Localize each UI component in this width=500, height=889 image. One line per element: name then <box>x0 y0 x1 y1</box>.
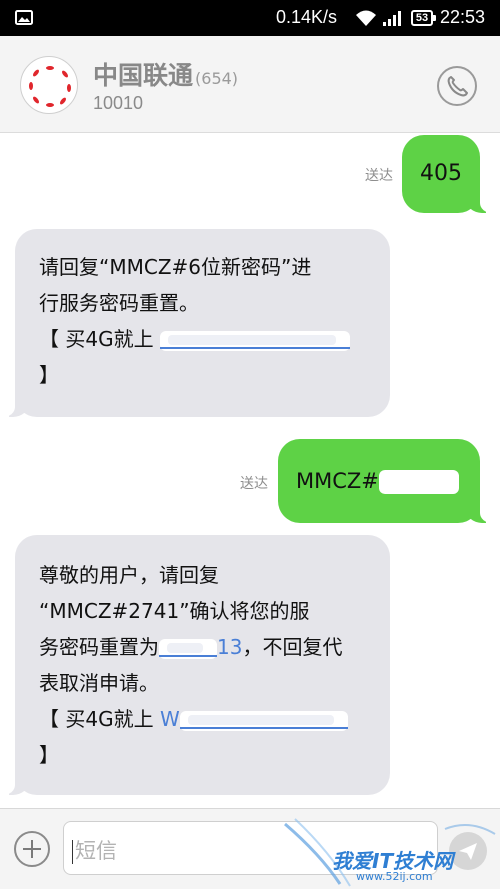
battery-icon: 53 <box>411 10 436 26</box>
network-speed: 0.14K/s <box>276 7 338 27</box>
redacted-link[interactable] <box>159 330 350 351</box>
photo-icon <box>15 10 33 25</box>
message-line-text: 【 买4G就上 <box>39 707 154 731</box>
delivery-status: 送达 <box>240 476 268 492</box>
redacted-text <box>378 470 459 494</box>
avatar[interactable] <box>20 56 78 114</box>
outgoing-message[interactable]: MMCZ# <box>278 439 494 523</box>
message-line: 【 买4G就上 <box>39 321 390 357</box>
message-line: 】 <box>39 743 59 767</box>
message-line-text: 务密码重置为 <box>39 635 159 659</box>
message-line-text: ，不回复代 <box>242 635 343 659</box>
message-count: (654) <box>195 69 239 88</box>
message-line: “MMCZ#2741”确认将您的服 <box>39 599 310 623</box>
message-line: 请回复“MMCZ#6位新密码”进 <box>39 255 312 279</box>
incoming-message[interactable]: 请回复“MMCZ#6位新密码”进 行服务密码重置。 【 买4G就上 】 <box>1 229 390 417</box>
message-line: 行服务密码重置。 <box>39 291 199 315</box>
incoming-message[interactable]: 尊敬的用户，请回复 “MMCZ#2741”确认将您的服 务密码重置为 13，不回复… <box>1 535 390 795</box>
contact-name: 中国联通 (654) <box>93 56 238 92</box>
add-attachment-button[interactable] <box>14 831 50 867</box>
message-line: 】 <box>39 363 59 387</box>
message-list[interactable]: 送达 405 请回复“MMCZ#6位新密码”进 行服务密码重置。 【 买4G就上… <box>0 133 500 808</box>
message-line-text: 【 买4G就上 <box>39 327 154 351</box>
wifi-icon <box>356 10 376 26</box>
watermark-url: www.52ij.com <box>356 870 433 883</box>
text-caret <box>72 840 73 864</box>
outgoing-message[interactable]: 405 <box>402 135 494 213</box>
message-line: 表取消申请。 <box>39 671 159 695</box>
message-input-placeholder: 短信 <box>75 839 117 863</box>
message-line: 务密码重置为 13，不回复代 <box>39 629 390 665</box>
contact-name-text: 中国联通 <box>93 61 194 90</box>
redacted-password <box>159 638 217 659</box>
call-button[interactable] <box>437 66 477 106</box>
plus-icon <box>23 840 41 858</box>
delivery-status: 送达 <box>365 168 393 184</box>
message-text: MMCZ# <box>296 469 379 493</box>
clock: 22:53 <box>440 7 486 27</box>
message-text: 405 <box>420 161 462 186</box>
conversation-header: 中国联通 (654) 10010 <box>0 36 500 133</box>
redacted-link[interactable] <box>179 710 348 731</box>
unicom-logo-icon <box>29 66 71 107</box>
signal-icon <box>383 11 401 26</box>
phone-icon <box>447 76 468 97</box>
message-line: 尊敬的用户，请回复 <box>39 563 219 587</box>
status-bar: 0.14K/s 53 22:53 <box>0 0 500 36</box>
message-line-text: 13 <box>217 635 243 659</box>
contact-number: 10010 <box>93 93 144 113</box>
link-text[interactable]: W <box>160 707 180 731</box>
message-line: 【 买4G就上 W <box>39 701 390 737</box>
